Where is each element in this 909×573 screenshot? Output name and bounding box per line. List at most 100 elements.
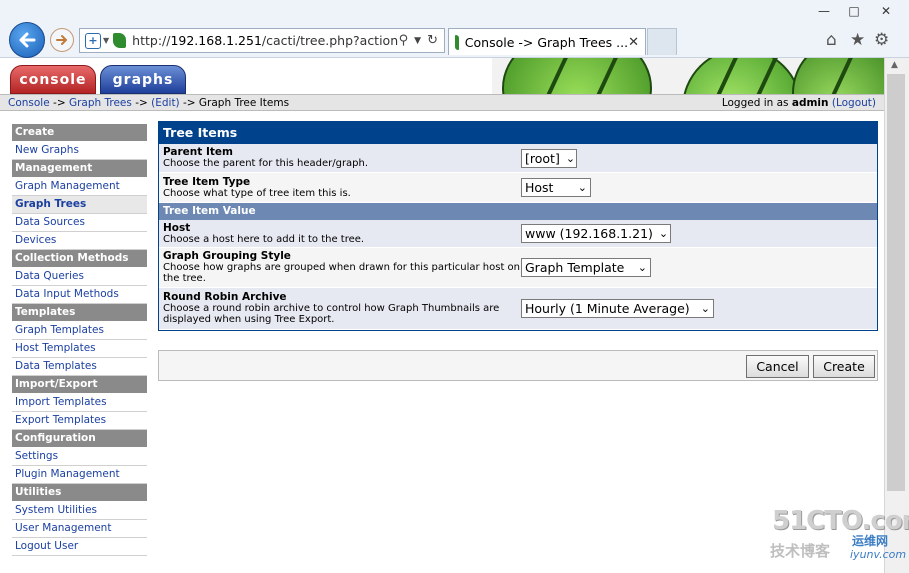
sidebar-link[interactable]: Plugin Management <box>15 468 120 480</box>
sidebar-section-create: Create <box>12 124 147 142</box>
scrollbar-thumb[interactable] <box>887 74 905 491</box>
logout-link[interactable]: (Logout) <box>832 97 876 109</box>
cancel-button[interactable]: Cancel <box>746 355 809 378</box>
compat-shield-icon[interactable]: + <box>85 32 101 49</box>
sidebar-link[interactable]: Graph Templates <box>15 324 104 336</box>
back-arrow-icon <box>19 32 36 48</box>
sidebar-link[interactable]: Export Templates <box>15 414 106 426</box>
url-text[interactable]: http://192.168.1.251/cacti/tree.php?acti… <box>132 33 398 48</box>
sidebar-menu: Create New Graphs Management Graph Manageme… <box>12 124 147 556</box>
scroll-up-icon[interactable]: ▲ <box>891 60 898 70</box>
dropdown-caret-icon[interactable]: ▼ <box>414 36 421 48</box>
browser-chrome: — □ ✕ + ▼ http://192.168.1.251/cacti/tre… <box>0 0 909 58</box>
chevron-down-icon: ⌄ <box>577 181 587 194</box>
parent-item-label: Parent Item <box>163 146 233 158</box>
chevron-down-icon[interactable]: ▼ <box>103 36 109 45</box>
tree-item-type-desc: Choose what type of tree item this is. <box>163 187 351 199</box>
grouping-style-label: Graph Grouping Style <box>163 250 291 262</box>
sidebar-link[interactable]: Logout User <box>15 540 78 552</box>
gear-icon[interactable]: ⚙ <box>874 30 889 50</box>
tree-item-value-subheader: Tree Item Value <box>159 203 877 220</box>
tab-close-icon[interactable]: ✕ <box>628 35 639 50</box>
address-bar[interactable]: + ▼ http://192.168.1.251/cacti/tree.php?… <box>79 28 445 53</box>
back-button[interactable] <box>9 22 45 58</box>
sidebar-section-templates: Templates <box>12 304 147 322</box>
sidebar-link[interactable]: Data Templates <box>15 360 97 372</box>
sidebar-item-data-sources[interactable]: Data Sources <box>12 214 147 232</box>
vertical-scrollbar[interactable]: ▲ <box>884 58 909 573</box>
refresh-icon[interactable]: ↻ <box>427 33 438 48</box>
form-button-bar: Cancel Create <box>158 350 878 381</box>
breadcrumb-edit-link[interactable]: (Edit) <box>151 97 180 109</box>
sidebar-link[interactable]: Import Templates <box>15 396 107 408</box>
grouping-style-row: Graph Grouping Style Choose how graphs ar… <box>159 248 877 288</box>
sidebar-section-management: Management <box>12 160 147 178</box>
sidebar-link[interactable]: Graph Trees <box>15 198 86 210</box>
sidebar-link[interactable]: Data Sources <box>15 216 85 228</box>
sidebar-link[interactable]: User Management <box>15 522 111 534</box>
sidebar-item-data-queries[interactable]: Data Queries <box>12 268 147 286</box>
new-tab-button[interactable] <box>647 28 677 55</box>
sidebar-link[interactable]: System Utilities <box>15 504 97 516</box>
chevron-down-icon: ⌄ <box>637 261 647 274</box>
sidebar-link[interactable]: Graph Management <box>15 180 120 192</box>
console-tab[interactable]: console <box>10 65 96 94</box>
cactus-banner-image <box>492 58 884 94</box>
sidebar-item-user-management[interactable]: User Management <box>12 520 147 538</box>
rra-select[interactable]: Hourly (1 Minute Average) ⌄ <box>521 299 714 318</box>
breadcrumb-current: Graph Tree Items <box>198 96 290 109</box>
parent-item-select[interactable]: [root] ⌄ <box>521 148 577 168</box>
breadcrumb: Console -> Graph Trees -> (Edit) -> Grap… <box>0 94 884 111</box>
sidebar-item-data-templates[interactable]: Data Templates <box>12 358 147 376</box>
parent-item-desc: Choose the parent for this header/graph. <box>163 158 369 169</box>
sidebar-link[interactable]: Data Input Methods <box>15 288 119 300</box>
create-button[interactable]: Create <box>813 355 875 378</box>
search-icon[interactable]: ⚲ <box>399 33 409 48</box>
sidebar-link[interactable]: Settings <box>15 450 58 462</box>
minimize-icon[interactable]: — <box>809 0 839 22</box>
rra-desc: Choose a round robin archive to control … <box>163 303 500 325</box>
tree-item-type-label: Tree Item Type <box>163 175 251 188</box>
tree-item-type-select[interactable]: Host ⌄ <box>521 178 591 197</box>
cacti-header: console graphs <box>0 58 884 94</box>
sidebar-item-graph-management[interactable]: Graph Management <box>12 178 147 196</box>
host-row: Host Choose a host here to add it to the … <box>159 220 877 248</box>
favorites-star-icon[interactable]: ★ <box>850 30 865 50</box>
rra-label: Round Robin Archive <box>163 291 287 303</box>
grouping-style-select[interactable]: Graph Template ⌄ <box>521 258 651 277</box>
home-icon[interactable]: ⌂ <box>826 30 837 50</box>
sidebar-item-data-input-methods[interactable]: Data Input Methods <box>12 286 147 304</box>
watermark-logo: 51CTO.com 技术博客 运维网 iyunv.com <box>770 506 909 561</box>
tab-favicon-icon <box>455 34 459 50</box>
login-status: Logged in as admin (Logout) <box>721 96 876 109</box>
sidebar-link[interactable]: Devices <box>15 234 56 246</box>
sidebar-item-system-utilities[interactable]: System Utilities <box>12 502 147 520</box>
breadcrumb-graph-trees-link[interactable]: Graph Trees <box>69 97 132 109</box>
breadcrumb-console-link[interactable]: Console <box>8 97 50 109</box>
sidebar-link[interactable]: Host Templates <box>15 342 96 354</box>
sidebar-item-host-templates[interactable]: Host Templates <box>12 340 147 358</box>
close-icon[interactable]: ✕ <box>869 0 903 22</box>
sidebar-item-new-graphs[interactable]: New Graphs <box>12 142 147 160</box>
browser-tab[interactable]: Console -> Graph Trees ... ✕ <box>448 28 646 55</box>
sidebar-item-export-templates[interactable]: Export Templates <box>12 412 147 430</box>
sidebar-link[interactable]: Data Queries <box>15 270 84 282</box>
sidebar-item-settings[interactable]: Settings <box>12 448 147 466</box>
sidebar-item-graph-trees[interactable]: Graph Trees <box>12 196 147 214</box>
chevron-down-icon: ⌄ <box>565 151 576 165</box>
rra-row: Round Robin Archive Choose a round robin … <box>159 288 877 330</box>
host-select[interactable]: www (192.168.1.21) ⌄ <box>521 224 671 243</box>
host-desc: Choose a host here to add it to the tree… <box>163 233 365 245</box>
forward-button[interactable] <box>50 28 74 52</box>
cacti-favicon-icon <box>113 33 127 48</box>
sidebar-link[interactable]: New Graphs <box>15 144 79 156</box>
sidebar-item-logout-user[interactable]: Logout User <box>12 538 147 556</box>
sidebar-item-plugin-management[interactable]: Plugin Management <box>12 466 147 484</box>
graphs-tab[interactable]: graphs <box>100 65 186 94</box>
sidebar-item-import-templates[interactable]: Import Templates <box>12 394 147 412</box>
tree-item-type-row: Tree Item Type Choose what type of tree i… <box>159 173 877 203</box>
sidebar-item-graph-templates[interactable]: Graph Templates <box>12 322 147 340</box>
sidebar-section-configuration: Configuration <box>12 430 147 448</box>
maximize-icon[interactable]: □ <box>839 0 869 22</box>
sidebar-item-devices[interactable]: Devices <box>12 232 147 250</box>
